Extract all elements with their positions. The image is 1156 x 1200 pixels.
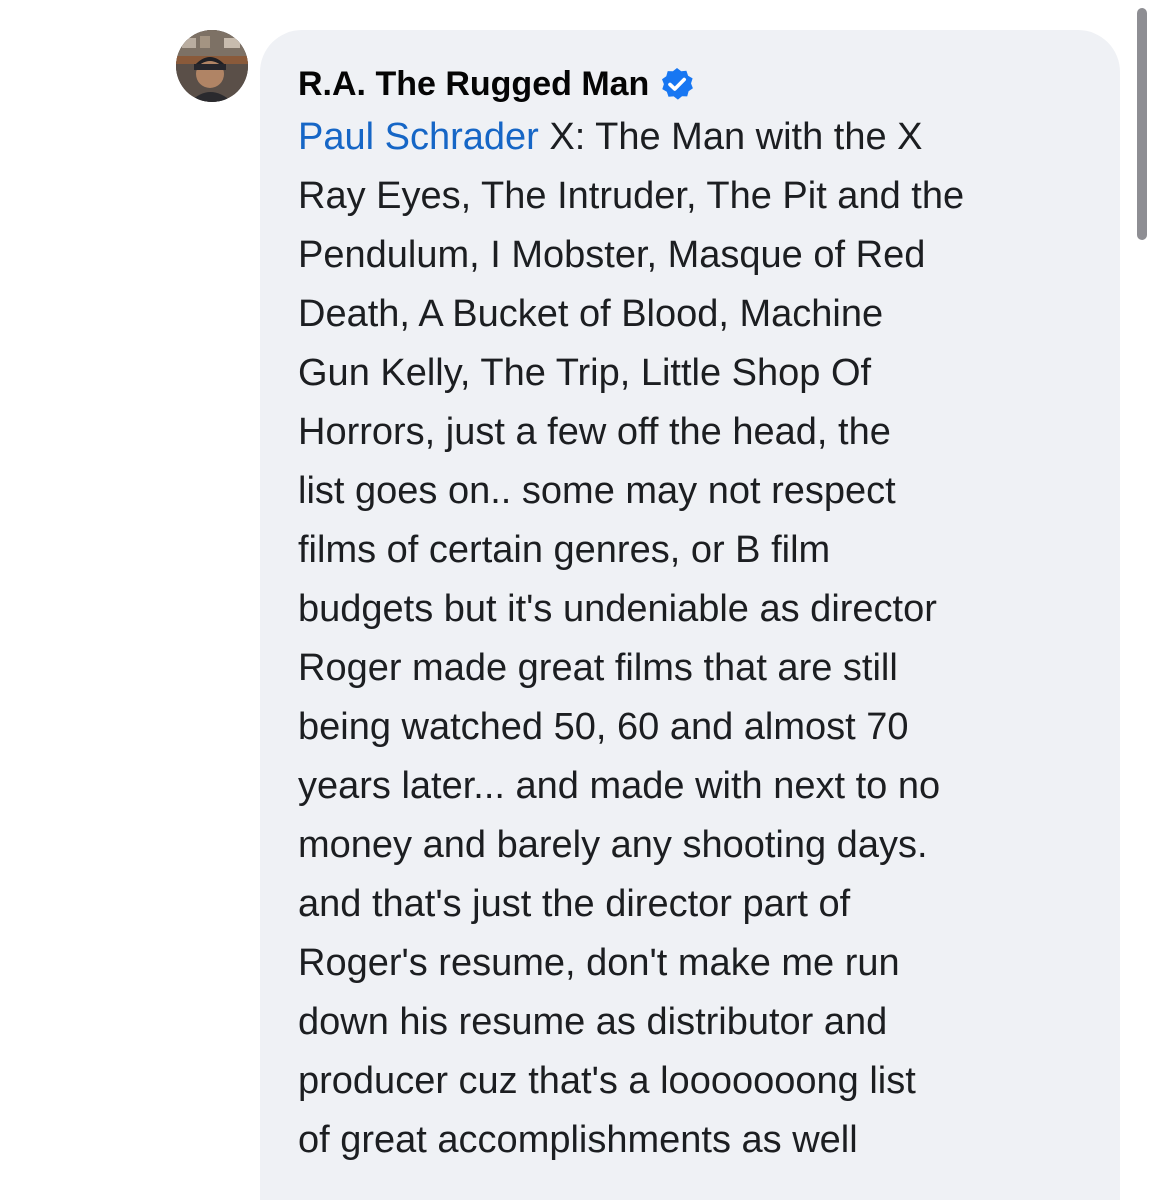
comment-body-text: X: The Man with the X Ray Eyes, The Intr… <box>298 116 965 1161</box>
avatar-image <box>176 30 248 102</box>
mention-link[interactable]: Paul Schrader <box>298 116 539 158</box>
author-avatar[interactable] <box>176 30 248 102</box>
comment-text: Paul Schrader X: The Man with the X Ray … <box>298 108 1098 1170</box>
comment-header: R.A. The Rugged Man <box>298 62 695 106</box>
author-name[interactable]: R.A. The Rugged Man <box>298 65 649 104</box>
verified-badge-icon <box>659 66 695 102</box>
scrollbar[interactable] <box>1137 8 1147 240</box>
